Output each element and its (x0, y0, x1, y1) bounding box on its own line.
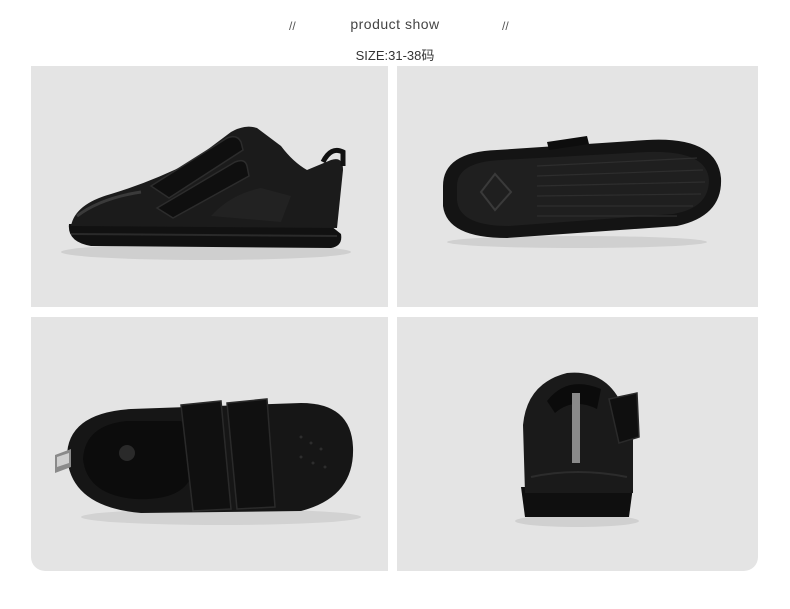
shoe-top-view (55, 398, 361, 525)
shoe-back-view (515, 372, 640, 527)
decorative-slash-right: // (502, 19, 509, 33)
product-photo-sole (397, 66, 758, 307)
product-photo-top (31, 317, 388, 571)
shoe-sole-view (443, 136, 722, 248)
shoe-side-view (61, 126, 351, 260)
product-photo-side (31, 66, 388, 307)
header: // product show // SIZE:31-38码 (0, 0, 790, 66)
size-label: SIZE:31-38码 (355, 48, 435, 63)
product-photo-back (397, 317, 758, 571)
section-title: product show (350, 16, 440, 32)
